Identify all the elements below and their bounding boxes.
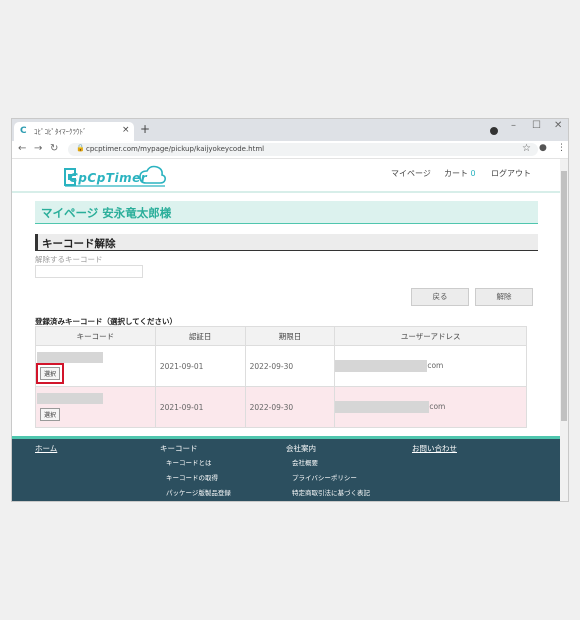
- footer-home-link[interactable]: ホーム: [35, 443, 57, 454]
- url-text: cpcptimer.com/mypage/pickup/kaijyokeycod…: [86, 145, 265, 153]
- mypage-banner: マイページ 安永竜太郎様: [35, 201, 538, 224]
- masked-email: [335, 360, 428, 372]
- section-title: キーコード解除: [42, 238, 116, 250]
- footer-contact-link[interactable]: お問い合わせ: [412, 443, 457, 454]
- header-divider: [12, 191, 560, 193]
- reload-icon[interactable]: ↻: [50, 143, 58, 154]
- footer-link-keycode-about[interactable]: キーコードとは: [166, 457, 212, 467]
- keycode-table: キーコード 認証日 期限日 ユーザーアドレス 選択 2021-09-01 202…: [35, 326, 527, 428]
- footer-keycode-heading: キーコード: [160, 444, 198, 453]
- page-scrollbar[interactable]: [560, 159, 568, 501]
- minimize-button[interactable]: –: [511, 120, 516, 131]
- close-window-button[interactable]: ✕: [554, 120, 562, 131]
- user-address-cell: com: [334, 345, 527, 387]
- table-row[interactable]: 選択 2021-09-01 2022-09-30 com: [35, 386, 527, 428]
- menu-kebab-icon[interactable]: ⋮: [557, 143, 566, 153]
- footer-link-package-register[interactable]: パッケージ版製品登録: [166, 487, 231, 497]
- bookmark-star-icon[interactable]: ☆: [522, 143, 531, 154]
- back-button[interactable]: 戻る: [411, 288, 469, 306]
- expiry-date-cell: 2022-09-30: [244, 386, 336, 428]
- page-content: CpCpTimer マイページ カート 0 ログアウト マイページ 安永竜太郎様…: [12, 159, 560, 501]
- new-tab-button[interactable]: +: [140, 122, 150, 136]
- back-arrow-icon[interactable]: ←: [18, 143, 26, 154]
- keycode-field-label: 解除するキーコード: [35, 255, 103, 264]
- table-header-row: キーコード 認証日 期限日 ユーザーアドレス: [35, 326, 527, 346]
- nav-cart-label: カート: [444, 169, 468, 178]
- user-address-cell: com: [334, 386, 527, 428]
- cart-count-badge: 0: [470, 169, 476, 178]
- tab-title: ｺﾋﾟｺﾋﾟﾀｲﾏｰｸﾗｳﾄﾞ: [34, 128, 87, 136]
- col-header-expiry-date: 期限日: [244, 326, 336, 346]
- col-header-user-address: ユーザーアドレス: [334, 326, 527, 346]
- footer-link-tokushoho[interactable]: 特定商取引法に基づく表記: [292, 487, 370, 497]
- auth-date-cell: 2021-09-01: [154, 345, 246, 387]
- address-bar-row: ← → ↻ 🔒 cpcptimer.com/mypage/pickup/kaij…: [12, 141, 568, 159]
- scrollbar-thumb[interactable]: [561, 171, 567, 421]
- select-button[interactable]: 選択: [40, 408, 61, 421]
- select-button[interactable]: 選択: [35, 363, 65, 384]
- forward-arrow-icon[interactable]: →: [34, 143, 42, 154]
- footer-link-keycode-get[interactable]: キーコードの取得: [166, 472, 218, 482]
- nav-cart-link[interactable]: カート 0: [444, 168, 476, 179]
- table-row[interactable]: 選択 2021-09-01 2022-09-30 com: [35, 345, 527, 387]
- col-header-keycode: キーコード: [35, 326, 156, 346]
- auth-date-cell: 2021-09-01: [154, 386, 246, 428]
- site-footer: ホーム キーコード キーコードとは キーコードの取得 パッケージ版製品登録 会社…: [12, 436, 560, 501]
- close-tab-icon[interactable]: ×: [122, 125, 130, 135]
- col-header-auth-date: 認証日: [154, 326, 246, 346]
- nav-logout-link[interactable]: ログアウト: [491, 168, 531, 179]
- lock-icon: 🔒: [76, 144, 85, 152]
- tab-bar: C ｺﾋﾟｺﾋﾟﾀｲﾏｰｸﾗｳﾄﾞ × + – ☐ ✕: [12, 119, 568, 141]
- masked-email: [335, 401, 430, 413]
- email-suffix: com: [427, 361, 444, 370]
- footer-company-heading: 会社案内: [286, 444, 316, 453]
- release-button[interactable]: 解除: [475, 288, 533, 306]
- account-icon[interactable]: ●: [539, 143, 547, 153]
- expiry-date-cell: 2022-09-30: [244, 345, 336, 387]
- nav-mypage-link[interactable]: マイページ: [391, 168, 431, 179]
- logo-text: CpCpTimer: [69, 171, 148, 185]
- masked-keycode: [37, 352, 103, 363]
- site-logo[interactable]: CpCpTimer: [60, 163, 168, 193]
- keycode-cell: 選択: [35, 345, 156, 387]
- browser-window: C ｺﾋﾟｺﾋﾟﾀｲﾏｰｸﾗｳﾄﾞ × + – ☐ ✕ ← → ↻ 🔒 cpcp…: [11, 118, 569, 502]
- keycode-cell: 選択: [35, 386, 156, 428]
- footer-link-privacy[interactable]: プライバシーポリシー: [292, 472, 357, 482]
- footer-link-company-overview[interactable]: 会社概要: [292, 457, 318, 467]
- browser-tab[interactable]: C ｺﾋﾟｺﾋﾟﾀｲﾏｰｸﾗｳﾄﾞ ×: [14, 122, 134, 141]
- record-icon: [488, 125, 500, 137]
- keycode-input[interactable]: [35, 265, 143, 278]
- mypage-title: マイページ 安永竜太郎様: [41, 206, 172, 220]
- url-field[interactable]: 🔒 cpcptimer.com/mypage/pickup/kaijyokeyc…: [68, 143, 538, 156]
- site-favicon-icon: C: [20, 126, 27, 136]
- masked-keycode: [37, 393, 103, 404]
- email-suffix: com: [429, 402, 446, 411]
- section-header: キーコード解除: [35, 234, 538, 251]
- maximize-button[interactable]: ☐: [532, 120, 541, 131]
